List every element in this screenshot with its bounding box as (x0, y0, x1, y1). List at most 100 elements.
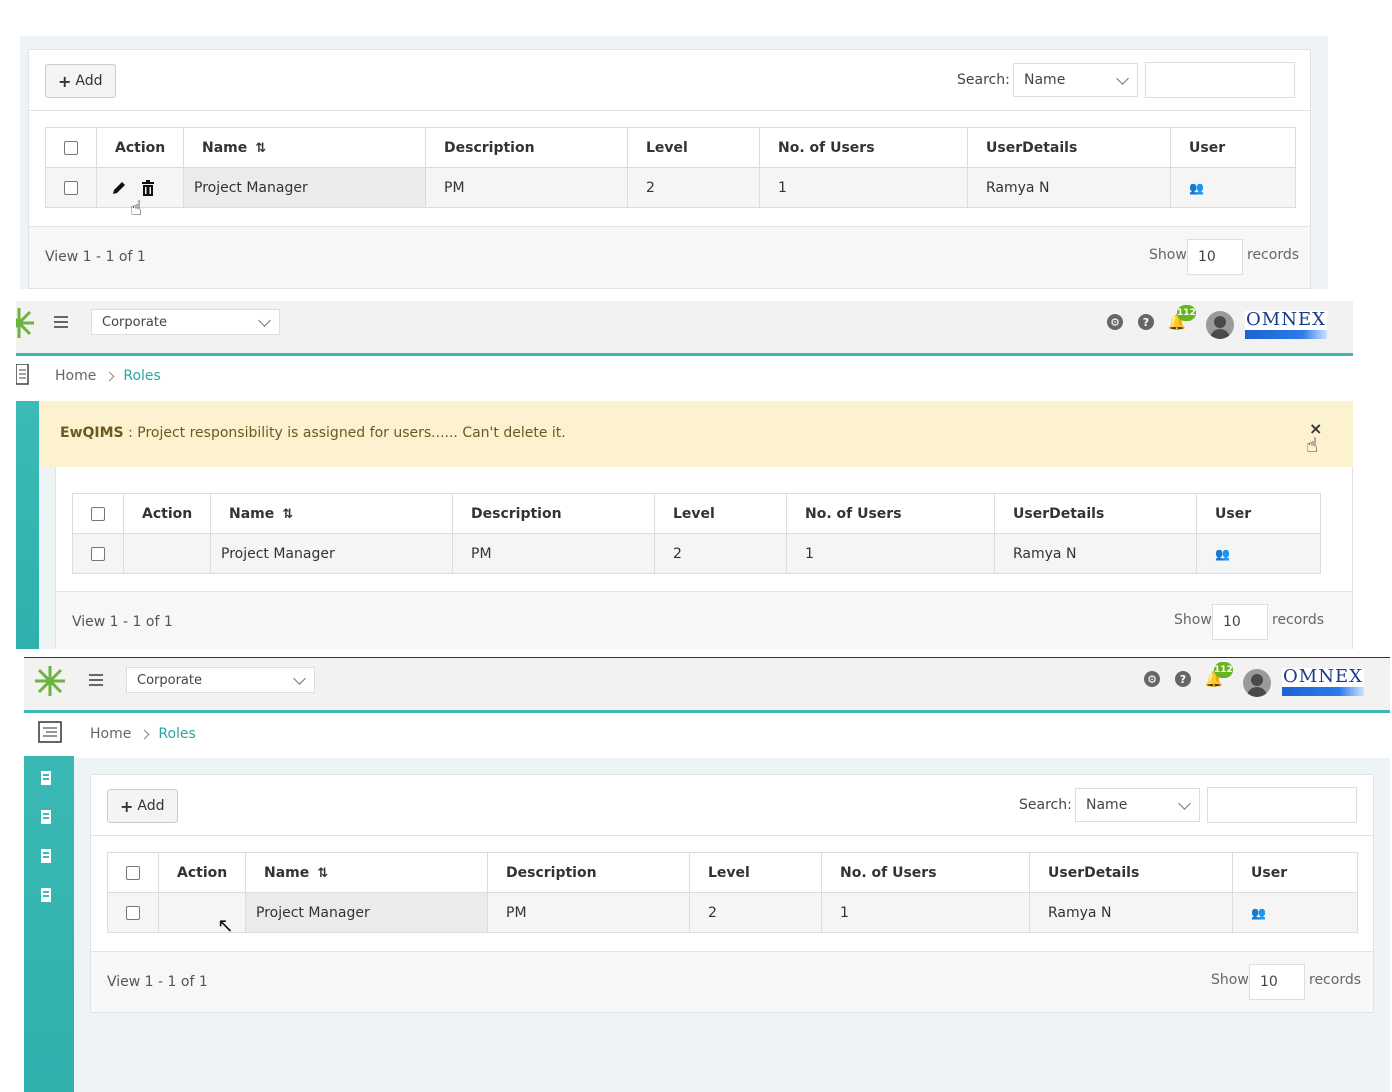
select-all-cell (45, 127, 97, 168)
cell-level: 2 (689, 892, 822, 933)
sort-icon[interactable]: ⇅ (255, 141, 266, 156)
avatar[interactable] (1206, 311, 1234, 339)
chevron-down-icon (1178, 796, 1191, 810)
cell-user: 👥 (1232, 892, 1358, 933)
add-button[interactable]: + Add (45, 64, 116, 98)
show-label: Show (1149, 247, 1187, 263)
page-size-input[interactable]: 10 (1249, 964, 1305, 1000)
col-userdetails[interactable]: UserDetails (994, 493, 1197, 534)
col-user[interactable]: User (1196, 493, 1321, 534)
roles-card: + Add Search: Name Action Name ⇅ Descript… (28, 49, 1311, 289)
sort-icon[interactable]: ⇅ (317, 866, 328, 881)
col-no-of-users[interactable]: No. of Users (821, 852, 1030, 893)
col-name[interactable]: Name ⇅ (245, 852, 488, 893)
cell-userdetails: Ramya N (1029, 892, 1233, 933)
gear-icon[interactable]: ⚙ (1107, 314, 1123, 330)
row-checkbox[interactable] (126, 905, 140, 920)
menu-icon[interactable] (89, 674, 103, 689)
hand-cursor: ☝ (1306, 433, 1319, 457)
add-label: Add (137, 798, 165, 814)
col-user[interactable]: User (1232, 852, 1358, 893)
chevron-right-icon (139, 729, 150, 739)
panel-1: + Add Search: Name Action Name ⇅ Descript… (20, 36, 1328, 289)
company-select[interactable]: Corporate (126, 667, 315, 693)
col-description[interactable]: Description (425, 127, 628, 168)
col-level[interactable]: Level (654, 493, 787, 534)
cell-name: Project Manager (183, 167, 426, 208)
breadcrumb-bar: Home Roles (74, 713, 1390, 758)
show-label: Show (1211, 972, 1249, 988)
avatar[interactable] (1243, 669, 1271, 697)
col-action: Action (123, 493, 211, 534)
company-select[interactable]: Corporate (91, 309, 280, 335)
col-level[interactable]: Level (689, 852, 822, 893)
divider (91, 835, 1373, 836)
search-input[interactable] (1145, 62, 1295, 98)
company-logo (16, 308, 34, 338)
breadcrumb-bar: Home Roles (16, 356, 1353, 401)
search-input[interactable] (1207, 787, 1357, 823)
help-icon[interactable]: ? (1138, 314, 1154, 330)
building-icon[interactable] (41, 888, 51, 902)
row-checkbox[interactable] (64, 180, 78, 195)
col-name[interactable]: Name ⇅ (210, 493, 453, 534)
cell-user: 👥 (1170, 167, 1296, 208)
alert-app: EwQIMS (60, 425, 124, 441)
breadcrumb-home[interactable]: Home (90, 726, 131, 742)
table-footer: View 1 - 1 of 1 Show 10 records (29, 226, 1310, 288)
col-userdetails[interactable]: UserDetails (1029, 852, 1233, 893)
search-label: Search: (1019, 797, 1072, 813)
select-all-checkbox[interactable] (126, 865, 140, 880)
view-count: View 1 - 1 of 1 (72, 614, 173, 630)
select-all-checkbox[interactable] (91, 506, 105, 521)
select-all-checkbox[interactable] (64, 140, 78, 155)
col-name[interactable]: Name ⇅ (183, 127, 426, 168)
user-group-icon[interactable]: 👥 (1189, 181, 1204, 195)
building-icon[interactable] (41, 810, 51, 824)
add-button[interactable]: + Add (107, 789, 178, 823)
row-select-cell (72, 533, 124, 574)
add-label: Add (75, 73, 103, 89)
view-count: View 1 - 1 of 1 (45, 249, 146, 265)
search-field-select[interactable]: Name (1013, 63, 1138, 97)
alert-banner: EwQIMS : Project responsibility is assig… (39, 401, 1353, 467)
search-field-select[interactable]: Name (1075, 788, 1200, 822)
col-description[interactable]: Description (452, 493, 655, 534)
col-user[interactable]: User (1170, 127, 1296, 168)
menu-icon[interactable] (54, 316, 68, 331)
user-group-icon[interactable]: 👥 (1251, 906, 1266, 920)
nav-toggle-icon[interactable] (16, 364, 30, 386)
alert-text: EwQIMS : Project responsibility is assig… (60, 425, 566, 441)
building-icon[interactable] (41, 771, 51, 785)
page-size-input[interactable]: 10 (1212, 604, 1268, 640)
roles-table: Action Name ⇅ Description Level No. of Us… (72, 493, 1321, 574)
row-checkbox[interactable] (91, 546, 105, 561)
records-label: records (1272, 612, 1325, 628)
table-header-row: Action Name ⇅ Description Level No. of Us… (107, 852, 1358, 893)
building-icon[interactable] (41, 849, 51, 863)
cell-users: 1 (821, 892, 1030, 933)
help-icon[interactable]: ? (1175, 671, 1191, 687)
table-row: Project Manager PM 2 1 Ramya N 👥 (45, 167, 1296, 208)
col-no-of-users[interactable]: No. of Users (786, 493, 995, 534)
delete-icon[interactable] (141, 179, 155, 196)
breadcrumb: Home Roles (55, 368, 161, 384)
select-all-cell (72, 493, 124, 534)
sidebar-toggle[interactable] (24, 713, 74, 756)
page-size-input[interactable]: 10 (1187, 239, 1243, 275)
notification-badge: 112 (1177, 305, 1196, 321)
gear-icon[interactable]: ⚙ (1144, 671, 1160, 687)
col-userdetails[interactable]: UserDetails (967, 127, 1171, 168)
sidebar (16, 401, 39, 649)
cell-user: 👥 (1196, 533, 1321, 574)
col-description[interactable]: Description (487, 852, 690, 893)
table-footer: View 1 - 1 of 1 Show 10 records (91, 951, 1373, 1012)
edit-icon[interactable] (111, 180, 127, 196)
breadcrumb-home[interactable]: Home (55, 368, 96, 384)
notification-badge: 112 (1214, 662, 1233, 678)
user-group-icon[interactable]: 👥 (1215, 547, 1230, 561)
col-no-of-users[interactable]: No. of Users (759, 127, 968, 168)
col-level[interactable]: Level (627, 127, 760, 168)
sort-icon[interactable]: ⇅ (282, 507, 293, 522)
records-label: records (1247, 247, 1300, 263)
